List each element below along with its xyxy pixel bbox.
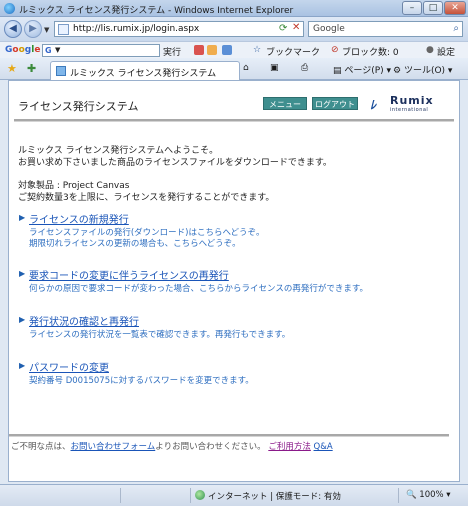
status-bar: インターネット | 保護モード: 有効 🔍 100% ▾ [0,484,468,506]
tools-menu-button[interactable]: ⚙ ツール(O) ▾ [393,63,452,76]
page-footer: ご不明な点は、お問い合わせフォームよりお問い合わせください。 ご利用方法 Q&A [11,440,333,452]
usage-guide-link[interactable]: ご利用方法 [268,442,311,452]
search-icon[interactable]: ⌕ [453,23,459,34]
globe-icon [195,490,205,500]
reissue-license-link[interactable]: 要求コードの変更に伴うライセンスの再発行 [29,267,229,282]
new-license-desc-2: 期限切れライセンスの更新の場合も、こちらへどうぞ。 [29,239,241,249]
search-placeholder: Google [313,24,345,34]
site-favicon-icon [56,66,66,76]
add-favorite-icon[interactable]: ✚ [27,62,36,75]
window-titlebar: ルミックス ライセンス発行システム - Windows Internet Exp… [0,0,468,17]
bookmarks-button[interactable]: ブックマーク [266,45,320,58]
limit-line: ご契約数量3を上限に、ライセンスを発行することができます。 [18,193,275,203]
settings-button[interactable]: 設定 [437,45,455,58]
history-dropdown-icon[interactable]: ▼ [44,26,49,34]
zoom-value: 100% [419,490,444,500]
footer-prefix: ご不明な点は、 [11,442,71,452]
close-button[interactable]: ✕ [444,1,466,15]
maximize-button[interactable]: □ [423,1,443,15]
status-divider [398,488,399,503]
google-toolbar: Google G ▼ 実行 ☆ ブックマーク ⊘ ブロック数: 0 ● 設定 [0,41,468,58]
arrow-right-icon: ▶ [19,213,26,222]
tools-menu-label: ツール(O) [403,66,446,76]
arrow-right-icon: ▶ [19,269,26,278]
tab-label: ルミックス ライセンス発行システム [70,69,217,79]
tab-bar: ★ ✚ ルミックス ライセンス発行システム ⌂ ▣ ⎙ ▤ ページ(P) ▾ ⚙… [0,58,468,80]
google-search-input[interactable]: G ▼ [42,44,160,57]
star-icon: ☆ [253,45,262,55]
refresh-icon[interactable]: ⟳ [279,23,287,34]
ie-icon [4,3,15,14]
security-zone[interactable]: インターネット | 保護モード: 有効 [208,490,341,502]
qa-link[interactable]: Q&A [314,442,333,452]
zoom-level[interactable]: 🔍 100% ▾ [406,490,451,500]
execute-button[interactable]: 実行 [163,45,181,58]
logo-swoosh-icon: ﾚ [370,98,377,112]
chevron-down-icon[interactable]: ▼ [55,46,60,54]
stop-icon[interactable]: ✕ [292,22,300,33]
google-g-icon: G [45,46,52,55]
google-logo: Google [5,45,41,55]
popup-block-icon: ⊘ [331,45,339,55]
favorites-star-icon[interactable]: ★ [7,62,17,75]
address-bar: ◀ ▶ ▼ http://lis.rumix.jp/login.aspx ⟳ ✕… [0,17,468,41]
spell-icon[interactable] [207,45,217,55]
forward-button[interactable]: ▶ [24,20,42,38]
tab-rumix[interactable]: ルミックス ライセンス発行システム [50,61,240,80]
rumix-logo: ﾚ Rumix international [370,94,446,116]
logout-button[interactable]: ログアウト [312,97,358,110]
pagerank-icon[interactable] [194,45,204,55]
change-password-link[interactable]: パスワードの変更 [29,359,109,374]
settings-icon: ● [426,45,434,55]
page-menu-label: ページ(P) [344,66,384,76]
print-icon[interactable]: ⎙ [301,63,308,73]
site-header: ライセンス発行システム メニュー ログアウト ﾚ Rumix internati… [9,81,459,122]
reissue-license-desc: 何らかの原因で要求コードが変わった場合、こちらからライセンスの再発行ができます。 [29,284,368,294]
minimize-button[interactable]: – [402,1,422,15]
logo-name: Rumix [390,94,434,107]
arrow-right-icon: ▶ [19,315,26,324]
change-password-desc: 契約番号 D0015075に対するパスワードを変更できます。 [29,376,254,386]
page-title: ライセンス発行システム [18,100,139,113]
window-title: ルミックス ライセンス発行システム - Windows Internet Exp… [19,6,294,16]
home-icon[interactable]: ⌂ [243,63,249,73]
footer-divider [9,434,449,437]
url-input[interactable]: http://lis.rumix.jp/login.aspx [54,21,304,37]
welcome-line-2: お買い求め下さいました商品のライセンスファイルをダウンロードできます。 [18,158,332,168]
footer-middle: よりお問い合わせください。 [155,442,266,452]
issue-status-desc: ライセンスの発行状況を一覧表で確認できます。再発行もできます。 [29,330,291,340]
url-text: http://lis.rumix.jp/login.aspx [73,24,200,34]
page-icon [58,24,69,35]
feeds-icon[interactable]: ▣ [270,63,279,73]
issue-status-link[interactable]: 発行状況の確認と再発行 [29,313,139,328]
search-input[interactable]: Google ⌕ [308,21,463,37]
status-divider [190,488,191,503]
page-menu-button[interactable]: ▤ ページ(P) ▾ [333,63,391,76]
logo-subtitle: international [390,107,429,113]
header-divider [14,119,454,122]
blocked-count-button[interactable]: ブロック数: 0 [342,45,399,58]
translate-icon[interactable] [222,45,232,55]
menu-button[interactable]: メニュー [263,97,307,110]
contact-form-link[interactable]: お問い合わせフォーム [71,442,156,452]
back-button[interactable]: ◀ [4,20,22,38]
status-divider [120,488,121,503]
arrow-right-icon: ▶ [19,361,26,370]
new-license-link[interactable]: ライセンスの新規発行 [29,211,129,226]
page-viewport: ライセンス発行システム メニュー ログアウト ﾚ Rumix internati… [8,80,460,482]
